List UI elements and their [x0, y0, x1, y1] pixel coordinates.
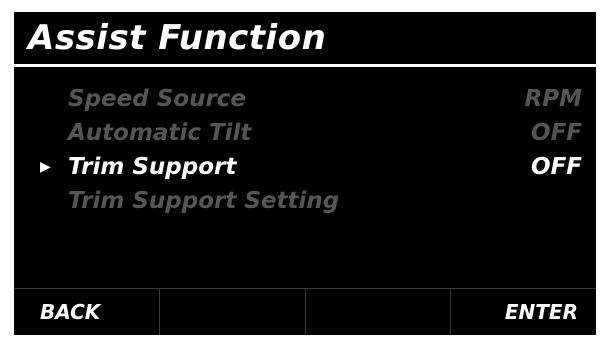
title-divider: [14, 64, 596, 67]
menu-item-speed-source[interactable]: Speed Source RPM: [14, 82, 596, 116]
menu-item-value: RPM: [524, 86, 582, 112]
menu-item-value: OFF: [531, 120, 582, 146]
menu-item-value: OFF: [531, 154, 582, 180]
enter-button[interactable]: ENTER: [451, 289, 596, 335]
softkey-bar: BACK ENTER: [14, 288, 596, 335]
right-triangle-icon: ▶: [40, 159, 51, 175]
menu-item-label: Trim Support: [68, 154, 237, 180]
back-button[interactable]: BACK: [14, 289, 160, 335]
softkey-3[interactable]: [306, 289, 452, 335]
menu-item-automatic-tilt[interactable]: Automatic Tilt OFF: [14, 116, 596, 150]
menu-item-label: Speed Source: [68, 86, 247, 112]
menu-item-label: Trim Support Setting: [68, 188, 340, 214]
menu-item-trim-support[interactable]: ▶ Trim Support OFF: [14, 150, 596, 184]
page-title: Assist Function: [28, 18, 327, 58]
display-frame: Assist Function Speed Source RPM Automat…: [0, 0, 610, 345]
title-bar: Assist Function: [14, 12, 596, 67]
menu-item-trim-support-setting[interactable]: Trim Support Setting: [14, 184, 596, 218]
softkey-2[interactable]: [160, 289, 306, 335]
back-button-label: BACK: [40, 300, 101, 324]
assist-menu: Speed Source RPM Automatic Tilt OFF ▶ Tr…: [14, 82, 596, 218]
menu-item-label: Automatic Tilt: [68, 120, 252, 146]
display-screen: Assist Function Speed Source RPM Automat…: [14, 12, 596, 335]
enter-button-label: ENTER: [504, 300, 578, 324]
